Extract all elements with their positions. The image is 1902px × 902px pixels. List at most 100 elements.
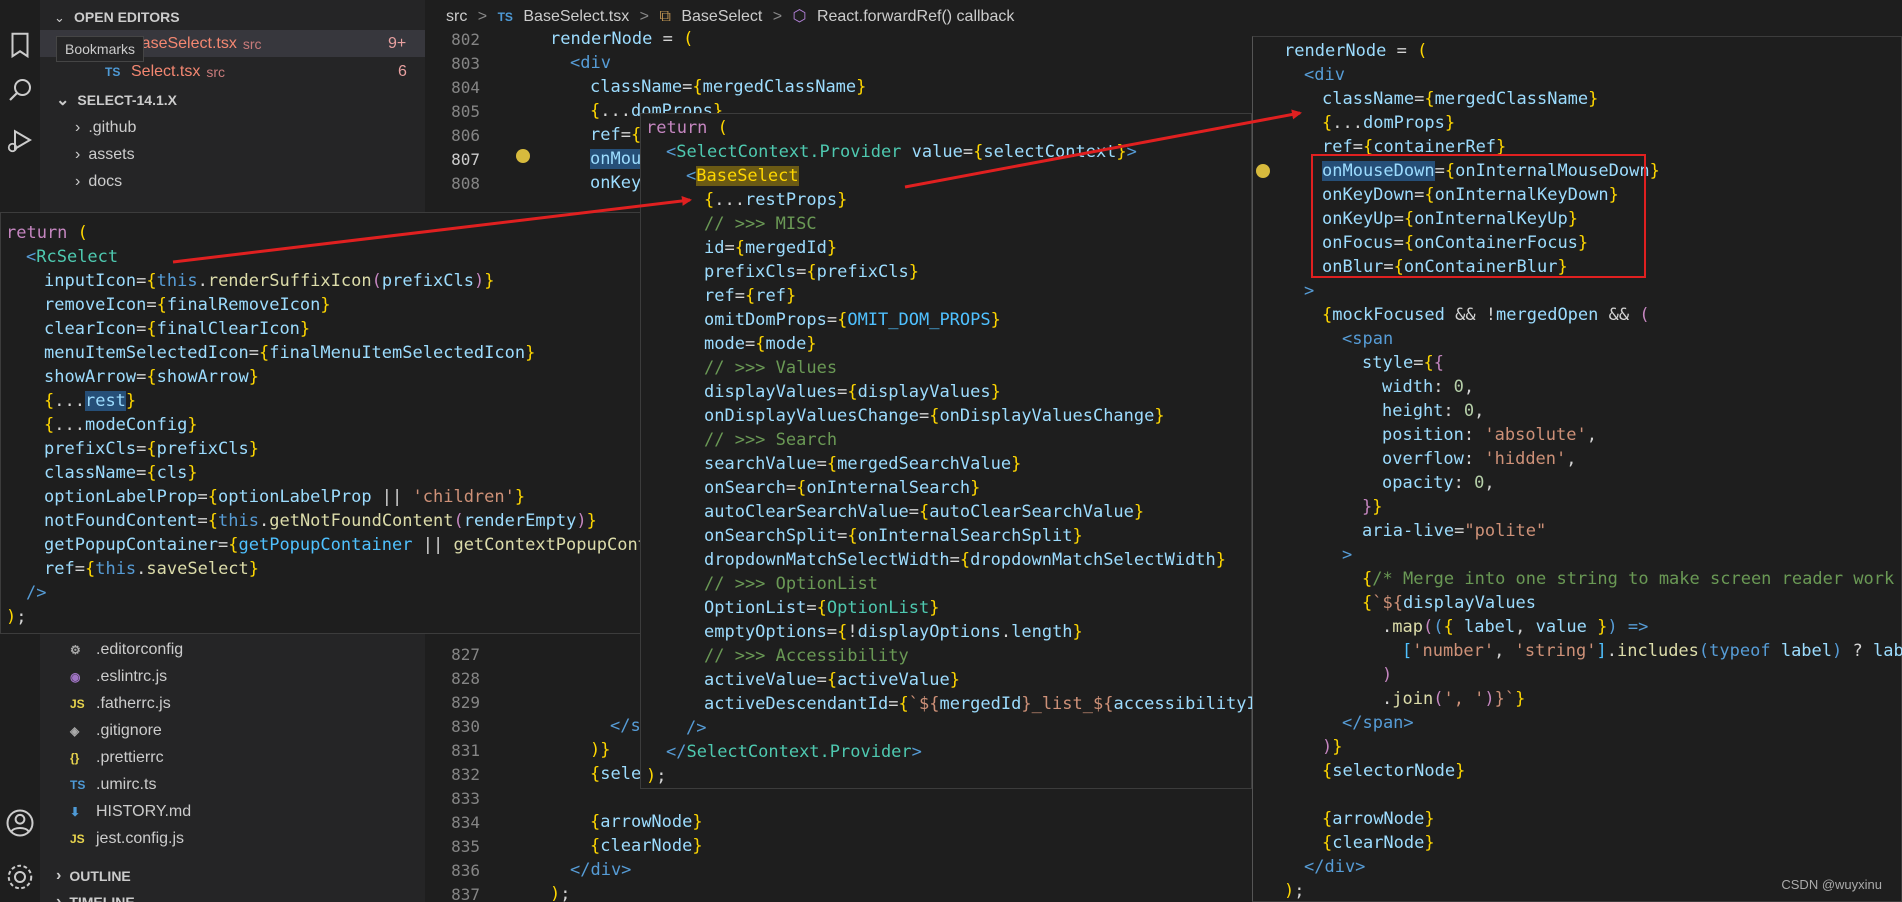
folder-item[interactable]: › .github (75, 114, 136, 141)
code-line: activeDescendantId={`${mergedId}_list_${… (704, 694, 1288, 714)
highlight-box (1311, 154, 1646, 278)
code-line: showArrow={showArrow} (44, 367, 259, 387)
file-item[interactable]: ◉ .eslintrc.js (70, 663, 167, 690)
code-line: )} (590, 740, 611, 760)
code-line: /> (26, 583, 47, 603)
file-item[interactable]: {} .prettierrc (70, 744, 164, 771)
file-name: BaseSelect.tsx (131, 34, 237, 52)
code-line: onSearch={onInternalSearch} (704, 478, 981, 498)
lightbulb-icon[interactable] (1256, 164, 1270, 178)
line-number: 837 (451, 885, 480, 902)
line-number: 827 (451, 645, 480, 664)
eslint-file-icon: ◉ (70, 669, 81, 684)
line-number: 831 (451, 741, 480, 760)
breadcrumb-segment[interactable]: React.forwardRef() callback (817, 8, 1014, 25)
code-line: className={mergedClassName} (1322, 89, 1599, 109)
code-line: ); (1284, 881, 1305, 901)
account-icon[interactable] (5, 808, 35, 838)
open-editors-header[interactable]: OPEN EDITORS (74, 9, 180, 25)
code-line: </div> (570, 860, 632, 880)
code-line: ['number', 'string'].includes(typeof lab… (1402, 641, 1902, 661)
code-line: .map(({ label, value }) => (1382, 617, 1649, 637)
code-line: className={cls} (44, 463, 198, 483)
file-item[interactable]: ⬇ HISTORY.md (70, 798, 191, 825)
chevron-down-icon: ⌄ (56, 91, 70, 109)
file-dir: src (206, 63, 226, 80)
code-line: mode={mode} (704, 334, 817, 354)
run-debug-icon[interactable] (5, 125, 35, 155)
file-item[interactable]: JS .fatherrc.js (70, 690, 171, 717)
code-line: ); (550, 884, 571, 902)
code-line: width: 0, (1382, 377, 1475, 397)
code-line: height: 0, (1382, 401, 1485, 421)
breadcrumb-segment[interactable]: BaseSelect (681, 8, 762, 25)
folder-item[interactable]: › docs (75, 168, 122, 195)
code-line: searchValue={mergedSearchValue} (704, 454, 1022, 474)
search-icon[interactable] (5, 75, 35, 105)
file-name: .gitignore (96, 721, 162, 739)
breadcrumb-segment[interactable]: src (446, 8, 467, 25)
timeline-section-header[interactable]: › TIMELINE (56, 888, 135, 902)
breadcrumb-segment[interactable]: BaseSelect.tsx (523, 8, 629, 25)
code-line: removeIcon={finalRemoveIcon} (44, 295, 331, 315)
code-line: activeValue={activeValue} (704, 670, 960, 690)
outline-section-header[interactable]: › OUTLINE (56, 862, 131, 889)
file-item[interactable]: TS .umirc.ts (70, 771, 156, 798)
folder-name: assets (88, 145, 135, 163)
folder-item[interactable]: › assets (75, 141, 135, 168)
code-line: <RcSelect (26, 247, 119, 267)
line-number: 834 (451, 813, 480, 832)
workspace-folder-header[interactable]: ⌄ SELECT-14.1.X (56, 86, 177, 113)
markdown-file-icon: ⬇ (70, 804, 81, 819)
chevron-right-icon: › (56, 866, 62, 884)
code-line: <SelectContext.Provider value={selectCon… (666, 142, 1137, 162)
code-line: dropdownMatchSelectWidth={dropdownMatchS… (704, 550, 1227, 570)
settings-gear-icon[interactable] (5, 862, 35, 892)
bookmarks-icon[interactable] (5, 30, 35, 60)
code-line: inputIcon={this.renderSuffixIcon(prefixC… (44, 271, 495, 291)
line-number: 836 (451, 861, 480, 880)
line-number: 833 (451, 789, 480, 808)
breadcrumb-separator: > (639, 8, 649, 25)
line-number: 832 (451, 765, 480, 784)
code-line: <span (1342, 329, 1394, 349)
open-editor-item[interactable]: TS Select.tsx src (105, 58, 225, 85)
chevron-right-icon: › (75, 145, 81, 163)
file-name: .editorconfig (96, 640, 184, 658)
code-line: renderNode = ( (550, 29, 694, 49)
code-line: style={{ (1362, 353, 1444, 373)
code-line: <div (570, 53, 611, 73)
file-name: .umirc.ts (96, 775, 157, 793)
chevron-down-icon[interactable]: ⌄ (54, 10, 65, 26)
line-number: 808 (451, 174, 480, 193)
file-item[interactable]: JS jest.config.js (70, 825, 184, 852)
code-line: onKey (590, 173, 642, 193)
code-line: renderNode = ( (1284, 41, 1428, 61)
file-name: jest.config.js (96, 829, 185, 847)
code-line: optionLabelProp={optionLabelProp || 'chi… (44, 487, 526, 507)
lightbulb-icon[interactable] (516, 149, 530, 163)
line-number: 829 (451, 693, 480, 712)
typescript-file-icon: TS (105, 64, 121, 79)
code-line: onMou (590, 149, 642, 169)
git-file-icon: ◈ (70, 723, 80, 738)
file-item[interactable]: ⚙ .editorconfig (70, 636, 183, 663)
code-line: > (1304, 281, 1315, 301)
code-line: {sele (590, 764, 642, 784)
code-line: onDisplayValuesChange={onDisplayValuesCh… (704, 406, 1165, 426)
code-line: ); (646, 766, 667, 786)
file-name: .prettierrc (96, 748, 164, 766)
code-line: autoClearSearchValue={autoClearSearchVal… (704, 502, 1145, 522)
code-line: /> (686, 718, 707, 738)
code-line: }} (1362, 497, 1383, 517)
watermark: CSDN @wuyxinu (1781, 877, 1882, 892)
code-line: {...rest} (44, 391, 137, 411)
line-number: 835 (451, 837, 480, 856)
code-line: // >>> Search (704, 430, 838, 450)
code-line: </s (610, 716, 641, 736)
code-line: ref={ref} (704, 286, 797, 306)
file-item[interactable]: ◈ .gitignore (70, 717, 162, 744)
code-line: </SelectContext.Provider> (666, 742, 922, 762)
line-number: 830 (451, 717, 480, 736)
line-number: 803 (451, 54, 480, 73)
